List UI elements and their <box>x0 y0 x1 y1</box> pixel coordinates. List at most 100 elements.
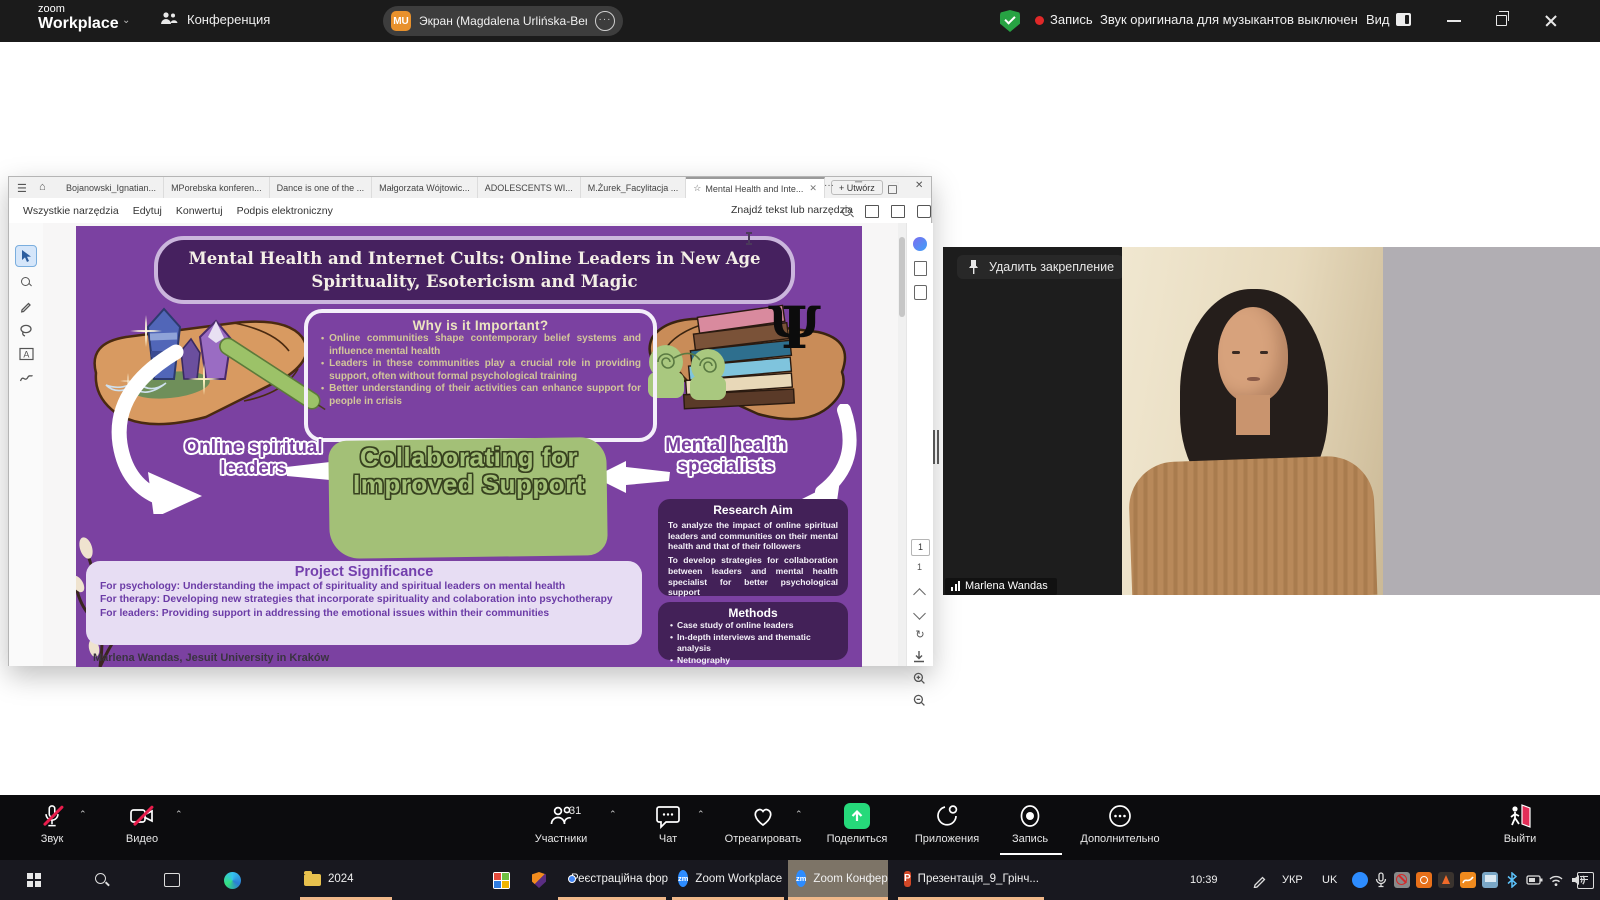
pdf-search-label[interactable]: Znajdź tekst lub narzędzia <box>731 204 853 216</box>
star-icon[interactable]: ☆ <box>693 183 701 194</box>
page-up-icon[interactable] <box>913 588 926 601</box>
tray-scribble-icon[interactable] <box>1460 872 1476 888</box>
zoom-out-icon[interactable] <box>913 694 927 708</box>
task-view-button[interactable] <box>156 860 188 900</box>
edge-button[interactable] <box>216 860 248 900</box>
view-label[interactable]: Вид <box>1366 12 1390 27</box>
tray-blocked-icon[interactable] <box>1394 872 1410 888</box>
video-options-chevron[interactable]: ⌃ <box>175 809 183 820</box>
pdf-menu-item[interactable]: Edytuj <box>133 205 162 217</box>
chevron-down-icon[interactable]: ⌄ <box>122 15 130 26</box>
pdf-tab[interactable]: ADOLESCENTS WI... <box>478 177 581 198</box>
ai-assistant-icon[interactable] <box>913 237 927 251</box>
tray-network-icon[interactable] <box>1548 872 1564 888</box>
taskbar-search-button[interactable] <box>86 860 118 900</box>
pdf-menu-item[interactable]: Podpis elektroniczny <box>237 205 333 217</box>
chat-options-chevron[interactable]: ⌃ <box>697 809 705 820</box>
video-button[interactable]: Видео <box>90 801 194 845</box>
svg-text:A: A <box>23 349 29 359</box>
clock[interactable]: 10:39 <box>1190 860 1218 900</box>
view-layout-icon[interactable] <box>1396 13 1411 26</box>
minimize-button[interactable] <box>1432 0 1478 42</box>
security-shield-icon[interactable] <box>1000 10 1020 32</box>
pencil-tool-icon[interactable] <box>15 295 37 317</box>
text-box-tool-icon[interactable]: A <box>15 343 37 365</box>
home-icon[interactable]: ⌂ <box>39 181 55 198</box>
select-tool-icon[interactable] <box>15 245 37 267</box>
chat-button[interactable]: Чат <box>616 801 720 845</box>
download-icon[interactable] <box>913 650 927 664</box>
pdf-tab[interactable]: Bojanowski_Ignatian... <box>59 177 164 198</box>
pdf-tab[interactable]: Małgorzata Wójtowic... <box>372 177 478 198</box>
tab-close-icon[interactable]: ✕ <box>809 183 817 194</box>
store-button[interactable] <box>486 860 516 900</box>
pdf-more-icon[interactable]: ··· <box>824 180 834 191</box>
mail-icon[interactable] <box>917 205 931 218</box>
print-icon[interactable] <box>891 205 905 218</box>
zoom-tool-icon[interactable] <box>15 271 37 293</box>
zoom-in-icon[interactable] <box>913 672 927 686</box>
tray-microphone-icon[interactable] <box>1374 872 1390 888</box>
taskbar-app-zoom-workplace[interactable]: zm Zoom Workplace <box>670 860 786 897</box>
tray-battery-icon[interactable] <box>1526 872 1542 888</box>
lasso-tool-icon[interactable] <box>15 319 37 341</box>
tray-monitor-icon[interactable] <box>1482 872 1498 888</box>
text-cursor <box>748 232 750 245</box>
pdf-restore-button[interactable] <box>888 185 897 194</box>
tab-meeting[interactable]: Конференция <box>160 11 270 27</box>
audio-options-chevron[interactable]: ⌃ <box>79 809 87 820</box>
research-aim-box: Research Aim To analyze the impact of on… <box>658 499 848 596</box>
pdf-tab[interactable]: M.Żurek_Facylitacja ... <box>581 177 687 198</box>
why-important-box: Why is it Important? Online communities … <box>304 309 657 442</box>
save-icon[interactable] <box>865 205 879 218</box>
start-button[interactable] <box>18 860 50 900</box>
clipboard-icon[interactable] <box>914 285 927 300</box>
notification-center-button[interactable] <box>1572 860 1598 900</box>
tray-orange-ring-icon[interactable] <box>1416 872 1432 888</box>
shared-screen-pill[interactable]: MU Экран (Magdalena Urlińska-Bere ··· <box>383 6 623 36</box>
pdf-scrollbar[interactable] <box>898 223 906 666</box>
shield-app-button[interactable] <box>524 860 554 900</box>
taskbar-app-zoom-meeting[interactable]: zm Zoom Конференция <box>788 860 888 897</box>
page-thumbnails-icon[interactable] <box>914 261 927 276</box>
taskbar-app-powerpoint[interactable]: P Презентація_9_Грінч... <box>896 860 1046 897</box>
more-options-icon[interactable]: ··· <box>595 11 615 31</box>
tray-bluetooth-icon[interactable] <box>1504 872 1520 888</box>
rotate-icon[interactable]: ↻ <box>913 628 927 642</box>
pdf-tab[interactable]: Dance is one of the ... <box>270 177 373 198</box>
participants-button[interactable]: 31 Участники <box>509 801 613 845</box>
page-down-icon[interactable] <box>913 607 926 620</box>
page-number-box[interactable]: 1 <box>911 539 930 556</box>
tray-adobe-icon[interactable] <box>1438 872 1454 888</box>
curved-arrow-left <box>104 344 204 514</box>
react-button[interactable]: Отреагировать <box>711 801 815 845</box>
pdf-close-button[interactable]: ✕ <box>915 180 923 191</box>
react-options-chevron[interactable]: ⌃ <box>795 809 803 820</box>
close-button[interactable] <box>1528 0 1574 42</box>
pdf-tab-active[interactable]: ☆ Mental Health and Inte... ✕ <box>686 177 825 198</box>
unpin-button[interactable]: Удалить закрепление <box>957 255 1124 279</box>
audio-button[interactable]: Звук <box>0 801 104 845</box>
folder-app-button[interactable]: 2024 <box>296 860 396 897</box>
language-label[interactable]: УКР <box>1282 860 1303 900</box>
original-sound-label[interactable]: Звук оригинала для музыкантов выключен <box>1100 12 1358 27</box>
search-icon[interactable] <box>842 205 853 223</box>
pdf-menu-item[interactable]: Wszystkie narzędzia <box>23 205 119 217</box>
share-button[interactable]: Поделиться <box>805 801 909 845</box>
restore-button[interactable] <box>1480 0 1526 42</box>
panel-resize-handle[interactable] <box>933 430 941 464</box>
tray-zoom-icon[interactable] <box>1352 872 1368 888</box>
leave-button[interactable]: Выйти <box>1468 801 1572 845</box>
pdf-minimize-button[interactable]: ─ <box>855 177 862 188</box>
tray-pen[interactable] <box>1252 860 1267 900</box>
hamburger-menu-icon[interactable]: ☰ <box>17 182 33 198</box>
taskbar-app-chrome[interactable]: Реєстраційна форма... <box>556 860 668 897</box>
poster-slide: Mental Health and Internet Cults: Online… <box>76 226 862 667</box>
video-panel-side <box>1383 247 1600 595</box>
language-short[interactable]: UK <box>1322 860 1337 900</box>
signature-tool-icon[interactable] <box>15 367 37 389</box>
more-button[interactable]: Дополнительно <box>1068 801 1172 845</box>
pdf-menu-item[interactable]: Konwertuj <box>176 205 223 217</box>
record-button[interactable]: Запись <box>978 801 1082 845</box>
pdf-tab[interactable]: MPorebska konferen... <box>164 177 270 198</box>
